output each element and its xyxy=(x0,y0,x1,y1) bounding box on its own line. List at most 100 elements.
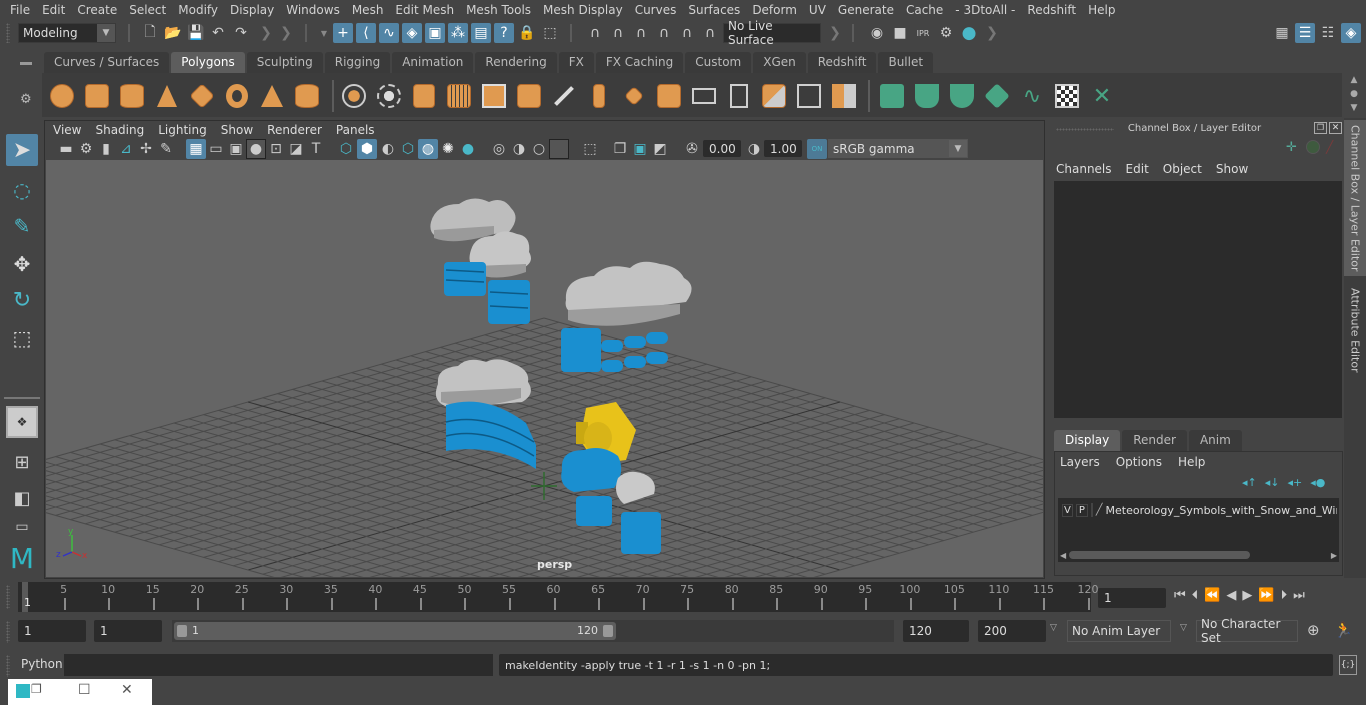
menu-select[interactable]: Select xyxy=(123,0,172,20)
script-language-toggle[interactable]: Python xyxy=(21,657,63,671)
combine-icon[interactable] xyxy=(340,82,368,110)
shelf-tab-sculpting[interactable]: Sculpting xyxy=(246,52,323,73)
layer-name[interactable]: Meteorology_Symbols_with_Snow_and_Wind xyxy=(1106,504,1338,517)
render-frame-icon[interactable]: ◉ xyxy=(867,23,887,43)
bevel-icon[interactable] xyxy=(655,82,683,110)
menu-mesh-display[interactable]: Mesh Display xyxy=(537,0,629,20)
tab-channel-box[interactable]: Channel Box / Layer Editor xyxy=(1344,120,1366,276)
shelf-tab-redshift[interactable]: Redshift xyxy=(807,52,877,73)
shelf-tab-custom[interactable]: Custom xyxy=(685,52,752,73)
step-forward-frame-icon[interactable]: ⏵ xyxy=(1281,588,1288,603)
poly-pipe-icon[interactable] xyxy=(293,82,321,110)
channel-box-menu-edit[interactable]: Edit xyxy=(1124,162,1161,176)
offset-edge-loop-icon[interactable] xyxy=(725,82,753,110)
pivot-icon[interactable]: ✢ xyxy=(136,139,156,159)
wind-cloud-model[interactable] xyxy=(561,261,692,372)
character-set-chevron-icon[interactable]: ▽ xyxy=(1180,623,1187,633)
uv-spherical-icon[interactable] xyxy=(948,82,976,110)
mirror-icon[interactable] xyxy=(410,82,438,110)
anti-aliasing-icon[interactable]: ○ xyxy=(529,139,549,159)
poly-sphere-icon[interactable] xyxy=(48,82,76,110)
snap-surface-icon[interactable]: ∩ xyxy=(677,23,697,43)
redo-icon[interactable]: ↷ xyxy=(231,23,251,43)
menu-mesh[interactable]: Mesh xyxy=(346,0,390,20)
backface-icon[interactable]: ◩ xyxy=(650,139,670,159)
viewport-menu-panels[interactable]: Panels xyxy=(329,121,382,139)
safe-action-icon[interactable]: ◪ xyxy=(286,139,306,159)
menu-help[interactable]: Help xyxy=(1082,0,1121,20)
select-vertex-icon[interactable]: ◈ xyxy=(402,23,422,43)
image-plane-icon[interactable]: ⊿ xyxy=(116,139,136,159)
select-face-icon[interactable]: ▣ xyxy=(425,23,445,43)
collapse-arrow-icon[interactable]: ❯ xyxy=(982,23,1002,43)
viewport-menu-show[interactable]: Show xyxy=(214,121,260,139)
anim-layer-chevron-icon[interactable]: ▽ xyxy=(1050,623,1057,633)
move-tool-icon[interactable]: ✥ xyxy=(6,248,38,280)
restore-window-icon[interactable]: ❐ xyxy=(31,682,42,696)
workspace-dropdown[interactable]: Modeling ▼ xyxy=(18,23,116,43)
play-backwards-icon[interactable]: ◀ xyxy=(1226,588,1236,603)
shelf-tab-rendering[interactable]: Rendering xyxy=(475,52,557,73)
command-input[interactable] xyxy=(64,654,493,676)
menu-uv[interactable]: UV xyxy=(803,0,832,20)
move-layer-down-icon[interactable]: ◂↓ xyxy=(1265,476,1280,489)
uv-automatic-icon[interactable] xyxy=(983,82,1011,110)
gate-mask-icon[interactable]: ● xyxy=(246,139,266,159)
shelf-menu-icon[interactable] xyxy=(20,62,32,65)
timeline-ruler[interactable]: 1 5 10 15 20 25 30 35 40 45 50 55 60 65 70 75 80 85 90 95 1… xyxy=(18,582,1099,612)
isolate-select-icon[interactable]: ⬚ xyxy=(580,139,600,159)
tool-settings-icon[interactable]: ☷ xyxy=(1318,23,1338,43)
lock-icon[interactable]: 🔒 xyxy=(517,23,537,43)
select-uv-icon[interactable]: ⁂ xyxy=(448,23,468,43)
snow-cloud-model[interactable] xyxy=(430,198,531,324)
gamma-field[interactable]: 1.00 xyxy=(764,140,802,157)
paint-select-tool-icon[interactable]: ✎ xyxy=(6,210,38,242)
menu-edit[interactable]: Edit xyxy=(36,0,71,20)
maximize-window-icon[interactable]: ☐ xyxy=(78,682,91,698)
shelf-tab-rigging[interactable]: Rigging xyxy=(324,52,391,73)
viewport-menu-shading[interactable]: Shading xyxy=(88,121,151,139)
poly-pyramid-icon[interactable] xyxy=(258,82,286,110)
range-end-handle[interactable] xyxy=(603,625,613,637)
resolution-gate-icon[interactable]: ▣ xyxy=(226,139,246,159)
lasso-select-tool-icon[interactable]: ◌ xyxy=(6,174,38,206)
channel-box-menu-object[interactable]: Object xyxy=(1161,162,1214,176)
shelf-tab-fx-caching[interactable]: FX Caching xyxy=(595,52,684,73)
render-view-icon[interactable]: ■ xyxy=(890,23,910,43)
ipr-render-icon[interactable]: IPR xyxy=(913,23,933,43)
snap-view-icon[interactable]: ∩ xyxy=(654,23,674,43)
menu-windows[interactable]: Windows xyxy=(280,0,346,20)
layer-visibility-toggle[interactable]: V xyxy=(1062,503,1073,517)
xray-active-icon[interactable]: ▣ xyxy=(630,139,650,159)
3d-viewport[interactable]: y x z persp xyxy=(46,160,1043,577)
bevel-cube-icon[interactable] xyxy=(480,82,508,110)
menu-cache[interactable]: Cache xyxy=(900,0,949,20)
open-scene-icon[interactable]: 📂 xyxy=(163,23,183,43)
shelf-tab-polygons[interactable]: Polygons xyxy=(171,52,245,73)
safe-title-icon[interactable]: T xyxy=(306,139,326,159)
manipulator-icon[interactable]: ✛ xyxy=(1286,140,1297,155)
append-polygon-icon[interactable] xyxy=(760,82,788,110)
live-surface-field[interactable]: No Live Surface xyxy=(723,19,821,47)
render-settings-icon[interactable]: ⚙ xyxy=(936,23,956,43)
animation-start-field[interactable]: 1 xyxy=(18,620,86,642)
layer-menu-help[interactable]: Help xyxy=(1176,455,1219,469)
wireframe-icon[interactable]: ⬡ xyxy=(336,139,356,159)
step-back-frame-icon[interactable]: ⏴ xyxy=(1192,588,1199,603)
insert-edge-loop-icon[interactable] xyxy=(690,82,718,110)
shelf-tab-bullet[interactable]: Bullet xyxy=(878,52,934,73)
menu-modify[interactable]: Modify xyxy=(172,0,224,20)
selection-mode-dropdown-icon[interactable]: ▼ xyxy=(314,23,334,43)
shelf-tab-curves-surfaces[interactable]: Curves / Surfaces xyxy=(44,52,170,73)
menu-surfaces[interactable]: Surfaces xyxy=(682,0,746,20)
outliner-layout-icon[interactable]: ◧ xyxy=(6,482,38,514)
smooth-shade-icon[interactable]: ⬢ xyxy=(357,139,377,159)
uv-contour-icon[interactable]: ∿ xyxy=(1018,82,1046,110)
auto-key-icon[interactable]: ⊕ xyxy=(1307,621,1320,639)
select-misc-icon[interactable]: ? xyxy=(494,23,514,43)
menu-create[interactable]: Create xyxy=(71,0,123,20)
close-panel-icon[interactable]: ✕ xyxy=(1329,122,1342,134)
channel-box-menu-show[interactable]: Show xyxy=(1214,162,1260,176)
close-window-icon[interactable]: ✕ xyxy=(121,682,133,698)
snap-live-icon[interactable]: ∩ xyxy=(700,23,720,43)
